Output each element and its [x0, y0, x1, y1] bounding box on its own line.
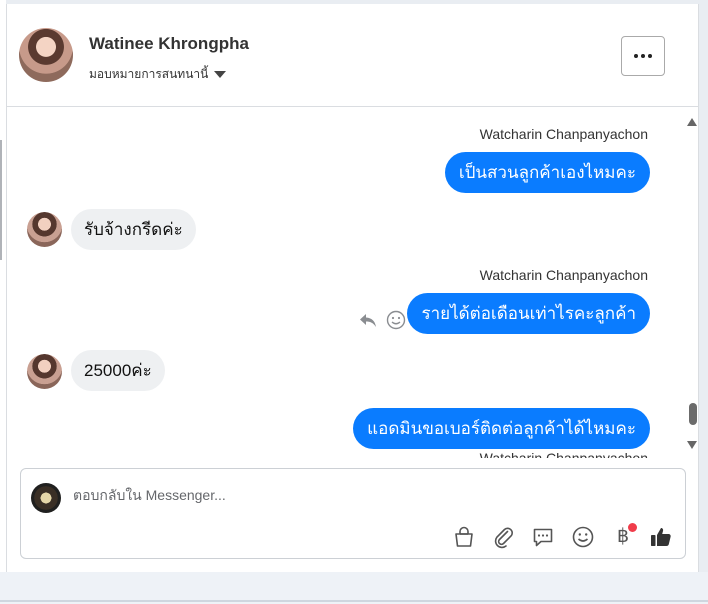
react-emoji-icon[interactable] [386, 310, 406, 330]
assign-label: มอบหมายการสนทนานี้ [89, 67, 209, 81]
contact-avatar-small [27, 212, 62, 247]
scroll-up-arrow-icon[interactable] [687, 118, 697, 126]
incoming-message[interactable]: 25000ค่ะ [71, 350, 165, 391]
outgoing-message[interactable]: เป็นสวนลูกค้าเองไหมคะ [444, 152, 650, 193]
contact-name[interactable]: Watinee Khrongpha [89, 34, 249, 54]
more-options-button[interactable] [621, 36, 665, 76]
thread-scrollbar-thumb[interactable] [689, 403, 697, 425]
caret-down-icon [214, 71, 227, 78]
attachment-icon[interactable] [492, 525, 516, 549]
more-dots-icon [634, 54, 638, 58]
reply-icon[interactable] [358, 310, 378, 330]
conversation-panel: Watinee Khrongpha มอบหมายการสนทนานี้ Wat… [6, 4, 699, 572]
shop-bag-icon[interactable] [452, 525, 476, 549]
message-sender: Watcharin Chanpanyachon [479, 450, 648, 458]
message-sender: Watcharin Chanpanyachon [479, 267, 648, 283]
scroll-down-arrow-icon[interactable] [687, 441, 697, 449]
more-dots-icon-part [648, 54, 652, 58]
emoji-icon[interactable] [571, 525, 595, 549]
contact-avatar[interactable] [19, 28, 73, 82]
more-dots-icon-part [641, 54, 645, 58]
assign-conversation-dropdown[interactable]: มอบหมายการสนทนานี้ [89, 65, 227, 84]
saved-replies-icon[interactable] [531, 525, 555, 549]
message-thread[interactable]: Watcharin Chanpanyachon เป็นสวนลูกค้าเอง… [7, 108, 698, 458]
incoming-message[interactable]: รับจ้างกรีดค่ะ [71, 209, 196, 250]
outgoing-message[interactable]: แอดมินขอเบอร์ติดต่อลูกค้าได้ไหมคะ [353, 408, 650, 449]
conversation-header: Watinee Khrongpha มอบหมายการสนทนานี้ [7, 4, 698, 107]
message-composer: ฿ [20, 468, 686, 559]
window-bottom-border [0, 600, 708, 602]
outgoing-message[interactable]: รายได้ต่อเดือนเท่าไรคะลูกค้า [407, 293, 650, 334]
message-sender: Watcharin Chanpanyachon [479, 126, 648, 142]
contact-avatar-small [27, 354, 62, 389]
notification-dot [628, 523, 637, 532]
page-avatar [31, 483, 61, 513]
reply-input[interactable] [73, 487, 593, 503]
thumbs-up-icon[interactable] [649, 525, 673, 549]
left-scrollbar-thumb[interactable] [0, 140, 2, 260]
